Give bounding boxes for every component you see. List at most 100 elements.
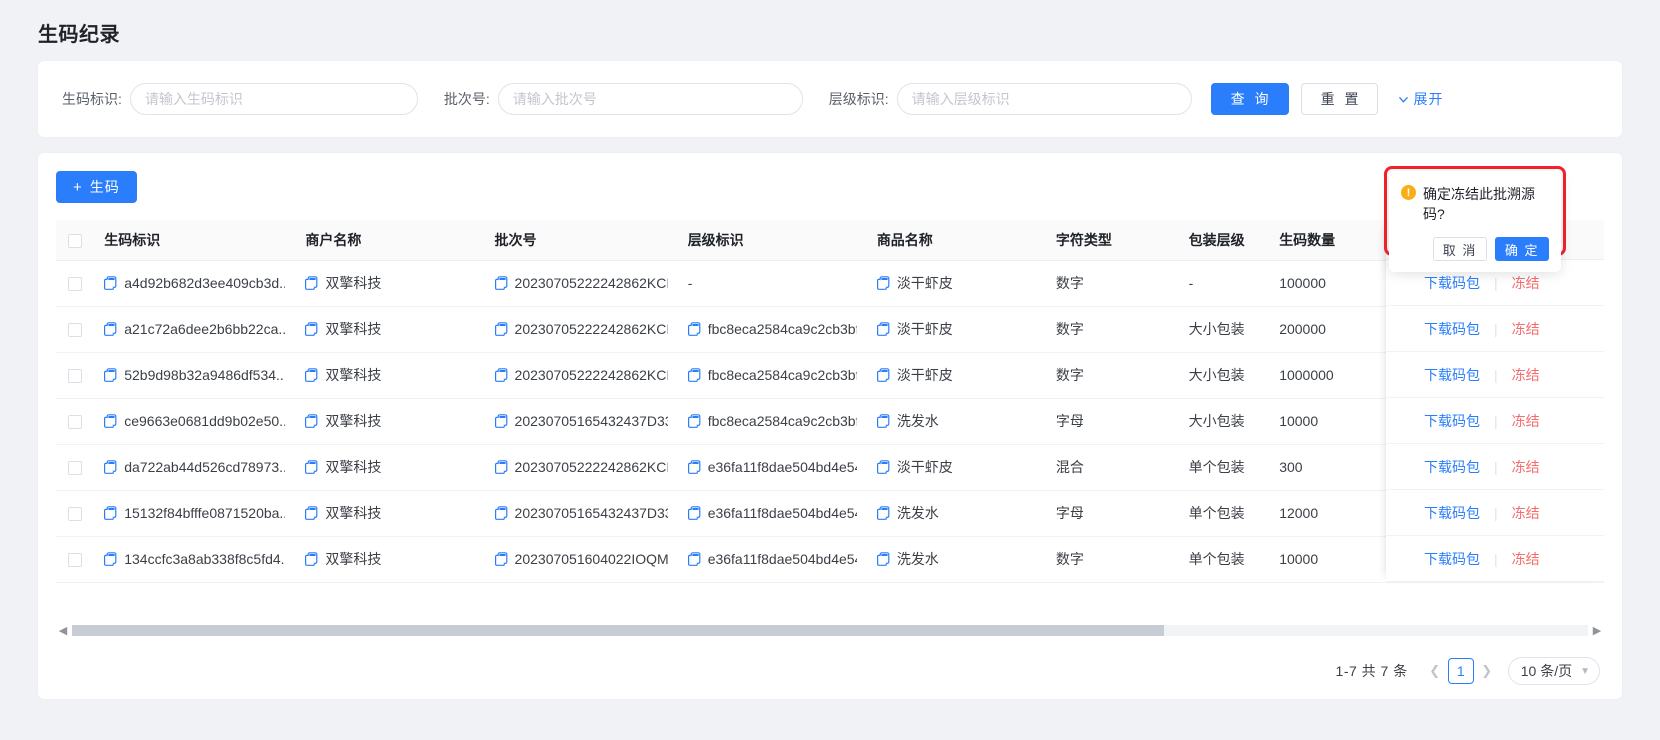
cell-batch: 202307051604022IOQM...	[484, 536, 678, 583]
download-package-link[interactable]: 下载码包	[1424, 365, 1480, 385]
page-size-select[interactable]: 10 条/页 ▼	[1507, 657, 1600, 685]
copy-icon[interactable]	[876, 322, 890, 336]
copy-icon[interactable]	[305, 276, 318, 290]
cell-char-type: 字母	[1045, 398, 1179, 445]
copy-icon[interactable]	[494, 552, 508, 566]
scrollbar-thumb[interactable]	[72, 624, 1164, 636]
freeze-link[interactable]: 冻结	[1512, 549, 1540, 569]
download-package-link[interactable]: 下载码包	[1424, 549, 1480, 569]
cell-level-text: e36fa11f8dae504bd4e54...	[707, 551, 857, 567]
copy-icon[interactable]	[305, 322, 318, 336]
cell-level: fbc8eca2584ca9c2cb3bf8...	[677, 398, 867, 445]
copy-icon[interactable]	[687, 552, 701, 566]
copy-icon[interactable]	[687, 322, 701, 336]
search-input-batch[interactable]	[497, 83, 803, 115]
row-checkbox[interactable]	[68, 415, 82, 430]
cell-product-text: 洗发水	[896, 551, 939, 567]
select-all-checkbox[interactable]	[68, 233, 82, 248]
row-checkbox[interactable]	[68, 507, 82, 522]
chevron-right-icon[interactable]: ❯	[1476, 663, 1498, 679]
copy-icon[interactable]	[305, 368, 318, 382]
confirm-ok-button[interactable]: 确 定	[1494, 237, 1549, 261]
freeze-link[interactable]: 冻结	[1512, 457, 1540, 477]
copy-icon[interactable]	[687, 460, 701, 474]
copy-icon[interactable]	[687, 414, 701, 428]
row-checkbox[interactable]	[68, 323, 82, 338]
cell-pack-level: 大小包装	[1178, 352, 1270, 399]
scroll-left-arrow[interactable]: ◀	[56, 624, 70, 637]
table-row: 15132f84bfffe0871520ba... 双擎科技 20230705165…	[56, 490, 1604, 537]
cell-level: e36fa11f8dae504bd4e54...	[677, 490, 867, 537]
cell-batch: 20230705222242862KCIT...	[484, 352, 678, 399]
copy-icon[interactable]	[104, 322, 117, 336]
download-package-link[interactable]: 下载码包	[1424, 457, 1480, 477]
action-separator: |	[1494, 504, 1498, 521]
cell-batch-text: 20230705222242862KCIT...	[514, 321, 668, 337]
copy-icon[interactable]	[494, 322, 508, 336]
scrollbar-track[interactable]	[72, 624, 1588, 636]
pagination-page-1[interactable]: 1	[1447, 658, 1474, 684]
expand-toggle[interactable]: 展开	[1398, 89, 1443, 109]
copy-icon[interactable]	[305, 506, 318, 520]
row-checkbox[interactable]	[68, 369, 82, 384]
copy-icon[interactable]	[104, 414, 117, 428]
horizontal-scrollbar[interactable]: ◀ ▶	[56, 623, 1604, 637]
header-product: 商品名称	[866, 220, 1046, 261]
row-actions: 下载码包 | 冻结	[1386, 352, 1604, 398]
cell-char-type: 混合	[1045, 444, 1179, 491]
copy-icon[interactable]	[305, 460, 318, 474]
search-input-code[interactable]	[129, 83, 418, 115]
copy-icon[interactable]	[494, 460, 508, 474]
copy-icon[interactable]	[104, 460, 117, 474]
freeze-link[interactable]: 冻结	[1512, 503, 1540, 523]
search-button[interactable]: 查 询	[1210, 83, 1289, 115]
cell-level: fbc8eca2584ca9c2cb3bf8...	[677, 306, 867, 353]
cell-product-text: 洗发水	[896, 413, 939, 429]
copy-icon[interactable]	[687, 368, 701, 382]
row-checkbox[interactable]	[68, 553, 82, 568]
records-table: 生码标识 商户名称 批次号 层级标识 商品名称 字符类型 包装层级 生码数量 a…	[56, 220, 1604, 583]
copy-icon[interactable]	[104, 552, 117, 566]
copy-icon[interactable]	[876, 552, 890, 566]
cell-merchant-text: 双擎科技	[325, 321, 382, 337]
freeze-link[interactable]: 冻结	[1512, 365, 1540, 385]
cell-level-text: e36fa11f8dae504bd4e54...	[707, 459, 857, 475]
copy-icon[interactable]	[876, 276, 890, 290]
add-code-button[interactable]: + 生码	[56, 171, 137, 203]
row-checkbox[interactable]	[68, 277, 82, 292]
copy-icon[interactable]	[876, 460, 890, 474]
copy-icon[interactable]	[494, 414, 508, 428]
copy-icon[interactable]	[104, 276, 117, 290]
freeze-link[interactable]: 冻结	[1512, 411, 1540, 431]
freeze-link[interactable]: 冻结	[1512, 273, 1540, 293]
row-actions: 下载码包 | 冻结	[1386, 306, 1604, 352]
cell-batch-text: 20230705222242862KCIT...	[514, 367, 668, 383]
copy-icon[interactable]	[104, 368, 117, 382]
cell-code: a4d92b682d3ee409cb3d...	[94, 260, 296, 307]
copy-icon[interactable]	[494, 368, 508, 382]
scroll-right-arrow[interactable]: ▶	[1590, 624, 1604, 637]
download-package-link[interactable]: 下载码包	[1424, 273, 1480, 293]
download-package-link[interactable]: 下载码包	[1424, 319, 1480, 339]
reset-button[interactable]: 重 置	[1300, 83, 1379, 115]
copy-icon[interactable]	[305, 414, 318, 428]
copy-icon[interactable]	[494, 506, 508, 520]
copy-icon[interactable]	[305, 552, 318, 566]
row-checkbox[interactable]	[68, 461, 82, 476]
copy-icon[interactable]	[876, 368, 890, 382]
chevron-left-icon[interactable]: ❮	[1424, 663, 1446, 679]
copy-icon[interactable]	[876, 414, 890, 428]
freeze-link[interactable]: 冻结	[1512, 319, 1540, 339]
cell-code-text: a21c72a6dee2b6bb22ca...	[124, 321, 286, 337]
confirm-actions: 取 消 确 定	[1401, 237, 1549, 261]
confirm-cancel-button[interactable]: 取 消	[1432, 237, 1487, 261]
copy-icon[interactable]	[104, 506, 117, 520]
copy-icon[interactable]	[876, 506, 890, 520]
download-package-link[interactable]: 下载码包	[1424, 503, 1480, 523]
pagination-total: 1-7 共 7 条	[1335, 663, 1408, 679]
table-row: 52b9d98b32a9486df534... 双擎科技 2023070522224…	[56, 352, 1604, 399]
search-input-level[interactable]	[896, 83, 1192, 115]
copy-icon[interactable]	[494, 276, 508, 290]
download-package-link[interactable]: 下载码包	[1424, 411, 1480, 431]
copy-icon[interactable]	[687, 506, 701, 520]
